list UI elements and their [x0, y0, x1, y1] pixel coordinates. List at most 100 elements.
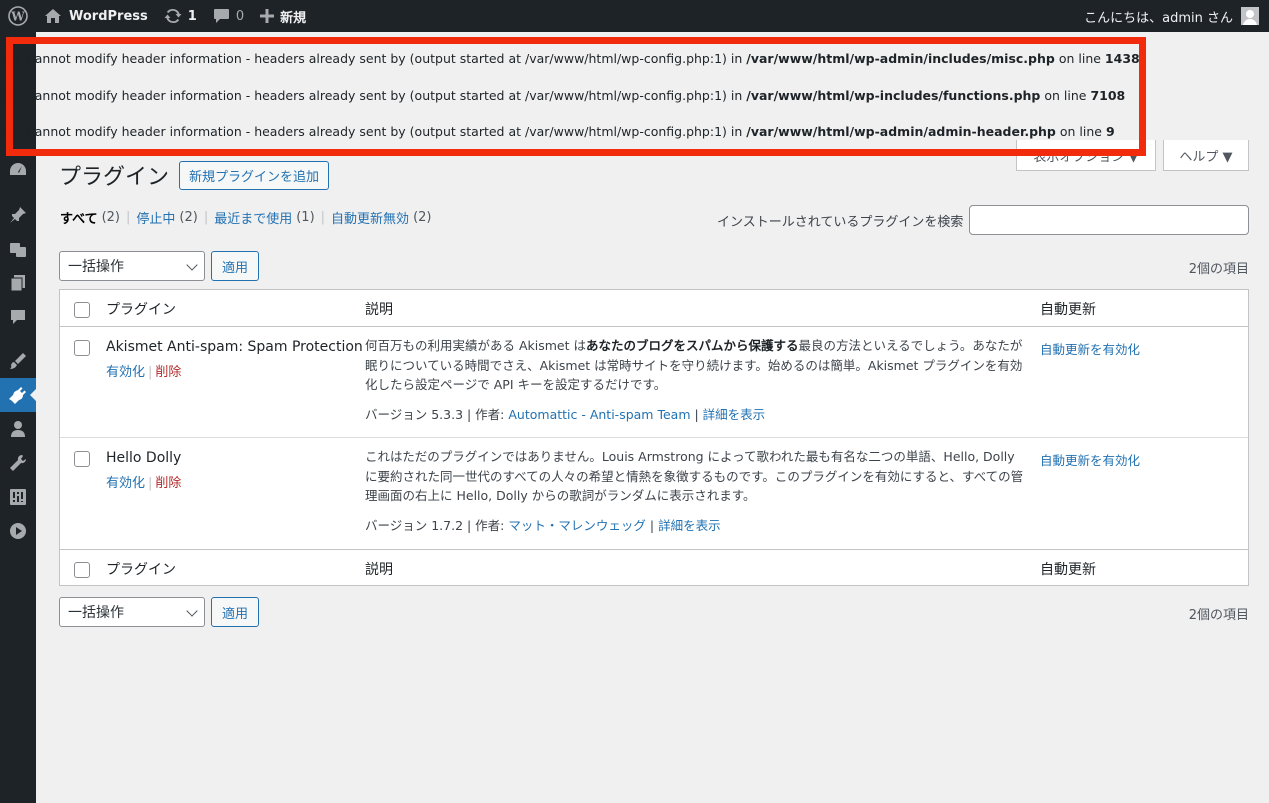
admin-bar: W WordPress 1 0 新規 こんにちは、admin さん: [0, 0, 1269, 32]
warning-line: 9: [1105, 124, 1115, 139]
warning-line: 7108: [1090, 88, 1126, 103]
desc-bold: あなたのブログをスパムから保護する: [586, 338, 799, 353]
screen-options-button[interactable]: 表示オプション ▼: [1016, 140, 1156, 171]
version-text: バージョン 5.3.3 | 作者:: [365, 407, 509, 422]
plugin-name: Akismet Anti-spam: Spam Protection: [106, 339, 363, 355]
warning-prefix: ng: [0, 88, 18, 103]
author-link[interactable]: Automattic - Anti-spam Team: [508, 407, 690, 422]
activate-link[interactable]: 有効化: [106, 365, 145, 380]
filter-auto-off-count: (2): [413, 210, 432, 225]
delete-link[interactable]: 削除: [155, 365, 181, 380]
site-name-label: WordPress: [69, 8, 148, 24]
select-all-checkbox[interactable]: [74, 302, 90, 318]
table-header: プラグイン 説明 自動更新: [60, 290, 1248, 327]
filter-all[interactable]: すべて: [60, 208, 98, 227]
warning-on-line: on line: [1040, 88, 1091, 103]
author-link[interactable]: マット・マレンウェッグ: [508, 518, 646, 533]
comments-menu-icon[interactable]: [0, 300, 36, 334]
bulk-action-select-bottom[interactable]: 一括操作: [59, 597, 205, 627]
plugin-meta: バージョン 1.7.2 | 作者: マット・マレンウェッグ | 詳細を表示: [365, 515, 721, 534]
filter-all-count: (2): [101, 210, 120, 225]
help-label: ヘルプ ▼: [1179, 149, 1233, 165]
plugin-description: 何百万もの利用実績がある Akismet はあなたのブログをスパムから保護する最…: [365, 336, 1025, 395]
warning-prefix: ng: [0, 124, 18, 139]
delete-link[interactable]: 削除: [155, 476, 181, 491]
add-new-plugin-button[interactable]: 新規プラグインを追加: [179, 161, 330, 190]
php-warning: ng: Cannot modify header information - h…: [0, 86, 1200, 106]
plugins-icon[interactable]: [0, 378, 36, 412]
filter-separator: |: [203, 210, 209, 225]
settings-icon[interactable]: [0, 480, 36, 514]
enable-auto-update-link[interactable]: 自動更新を有効化: [1040, 450, 1140, 469]
desc-text: 何百万もの利用実績がある Akismet は: [365, 338, 586, 353]
table-footer: プラグイン 説明 自動更新: [60, 549, 1248, 586]
row-actions: 有効化 | 削除: [106, 361, 181, 380]
media-icon[interactable]: [0, 232, 36, 266]
apply-button-top[interactable]: 適用: [211, 251, 259, 281]
column-plugin[interactable]: プラグイン: [106, 299, 176, 319]
bulk-action-select-top[interactable]: 一括操作: [59, 251, 205, 281]
row-checkbox[interactable]: [74, 340, 90, 356]
warning-file: /var/www/html/wp-admin/admin-header.php: [746, 124, 1056, 139]
chevron-down-icon: [186, 259, 198, 271]
details-link[interactable]: 詳細を表示: [658, 518, 721, 533]
filter-inactive-count: (2): [179, 210, 198, 225]
filter-recently-active[interactable]: 最近まで使用: [214, 208, 292, 227]
items-count-bottom: 2個の項目: [1188, 608, 1249, 623]
filter-separator: |: [126, 210, 131, 225]
plugins-table: プラグイン 説明 自動更新 Akismet Anti-spam: Spam Pr…: [59, 289, 1249, 586]
svg-text:W: W: [10, 10, 25, 24]
column-description: 説明: [365, 562, 393, 578]
plugin-search-input[interactable]: [969, 205, 1249, 235]
updates-link[interactable]: 1: [156, 0, 205, 32]
bulk-action-value: 一括操作: [68, 605, 124, 621]
select-all-checkbox[interactable]: [74, 562, 90, 578]
warning-message: : Cannot modify header information - hea…: [17, 124, 747, 139]
warning-on-line: on line: [1055, 124, 1106, 139]
home-icon: [45, 9, 61, 23]
site-name-link[interactable]: WordPress: [36, 0, 156, 32]
new-content-link[interactable]: 新規: [252, 0, 314, 32]
filter-inactive[interactable]: 停止中: [136, 208, 175, 227]
filter-separator: |: [320, 210, 326, 225]
column-plugin[interactable]: プラグイン: [106, 559, 176, 579]
plugin-description: これはただのプラグインではありません。Louis Armstrong によって歌…: [365, 447, 1025, 506]
wordpress-logo-icon[interactable]: W: [0, 0, 36, 32]
action-separator: |: [148, 476, 153, 491]
warning-file: /var/www/html/wp-includes/functions.php: [746, 88, 1041, 103]
warning-prefix: ng: [0, 51, 18, 66]
bulk-action-value: 一括操作: [68, 259, 124, 275]
chevron-down-icon: [186, 605, 198, 617]
pin-icon[interactable]: [0, 198, 36, 232]
users-icon[interactable]: [0, 412, 36, 446]
play-icon[interactable]: [0, 514, 36, 548]
warning-file: /var/www/html/wp-admin/includes/misc.php: [746, 51, 1055, 66]
search-label: インストールされているプラグインを検索: [717, 215, 964, 230]
meta-separator: |: [690, 407, 703, 422]
page-title: プラグイン: [59, 165, 170, 190]
comment-icon: [213, 9, 229, 23]
details-link[interactable]: 詳細を表示: [703, 407, 766, 422]
plus-icon: [260, 9, 275, 23]
tools-icon[interactable]: [0, 446, 36, 480]
column-description: 説明: [365, 302, 393, 318]
enable-auto-update-link[interactable]: 自動更新を有効化: [1040, 339, 1140, 358]
warning-on-line: on line: [1054, 51, 1105, 66]
warning-line: 1438: [1104, 51, 1140, 66]
meta-separator: |: [645, 518, 659, 533]
column-auto-update: 自動更新: [1040, 562, 1096, 578]
account-menu[interactable]: こんにちは、admin さん: [1076, 0, 1269, 32]
row-checkbox[interactable]: [74, 451, 90, 467]
admin-menu: [0, 32, 36, 803]
dashboard-icon[interactable]: [0, 153, 36, 187]
table-row: Hello Dolly 有効化 | 削除 これはただのプラグインではありません。Lo…: [60, 438, 1248, 549]
appearance-icon[interactable]: [0, 344, 36, 378]
warning-message: : Cannot modify header information - hea…: [17, 51, 747, 66]
greeting: こんにちは、admin さん: [1084, 10, 1233, 26]
apply-button-bottom[interactable]: 適用: [211, 597, 259, 627]
activate-link[interactable]: 有効化: [106, 476, 145, 491]
filter-auto-update-disabled[interactable]: 自動更新無効: [331, 208, 409, 227]
pages-icon[interactable]: [0, 266, 36, 300]
help-button[interactable]: ヘルプ ▼: [1163, 140, 1249, 171]
comments-link[interactable]: 0: [205, 0, 252, 32]
